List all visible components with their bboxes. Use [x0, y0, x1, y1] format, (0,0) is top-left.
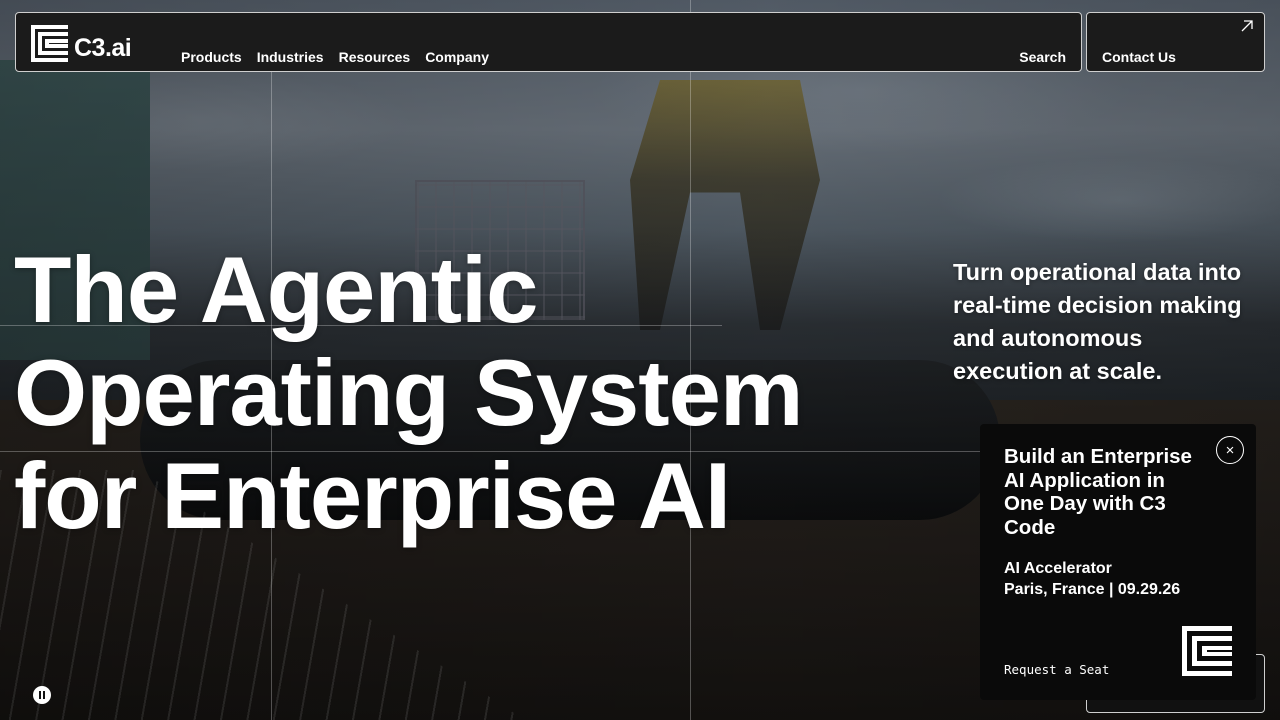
c3-logo-icon [31, 25, 68, 62]
hero-title-line: The Agentic [14, 237, 538, 342]
hero-title-line: for Enterprise AI [14, 443, 731, 548]
primary-nav: Products Industries Resources Company [181, 49, 489, 65]
nav-item-resources[interactable]: Resources [339, 49, 411, 65]
promo-title: Build an Enterprise AI Application in On… [1004, 445, 1192, 539]
c3-logo-icon [1182, 626, 1232, 676]
contact-us-button[interactable]: Contact Us [1086, 12, 1265, 72]
promo-event-name: AI Accelerator [1004, 560, 1112, 577]
hero-title: The Agentic Operating System for Enterpr… [14, 237, 803, 548]
promo-event-details: Paris, France | 09.29.26 [1004, 581, 1181, 598]
nav-item-industries[interactable]: Industries [257, 49, 324, 65]
hero-subtitle: Turn operational data into real-time dec… [953, 259, 1242, 384]
main-navbar: C3.ai Products Industries Resources Comp… [15, 12, 1082, 72]
logo-link[interactable]: C3.ai [31, 25, 132, 62]
contact-us-label: Contact Us [1102, 49, 1176, 65]
promo-event-info: AI Accelerator Paris, France | 09.29.26 [1004, 558, 1180, 600]
nav-item-company[interactable]: Company [425, 49, 489, 65]
arrow-up-right-icon [1241, 20, 1253, 32]
pause-icon [39, 691, 45, 699]
search-link[interactable]: Search [1019, 49, 1066, 65]
hero-title-line: Operating System [14, 340, 803, 445]
request-seat-link[interactable]: Request a Seat [1004, 662, 1109, 677]
nav-item-products[interactable]: Products [181, 49, 242, 65]
close-icon: × [1225, 441, 1235, 459]
close-promo-button[interactable]: × [1216, 436, 1244, 464]
brand-name: C3.ai [74, 34, 132, 62]
video-pause-button[interactable] [33, 686, 51, 704]
event-promo-popup: × Build an Enterprise AI Application in … [980, 424, 1256, 700]
